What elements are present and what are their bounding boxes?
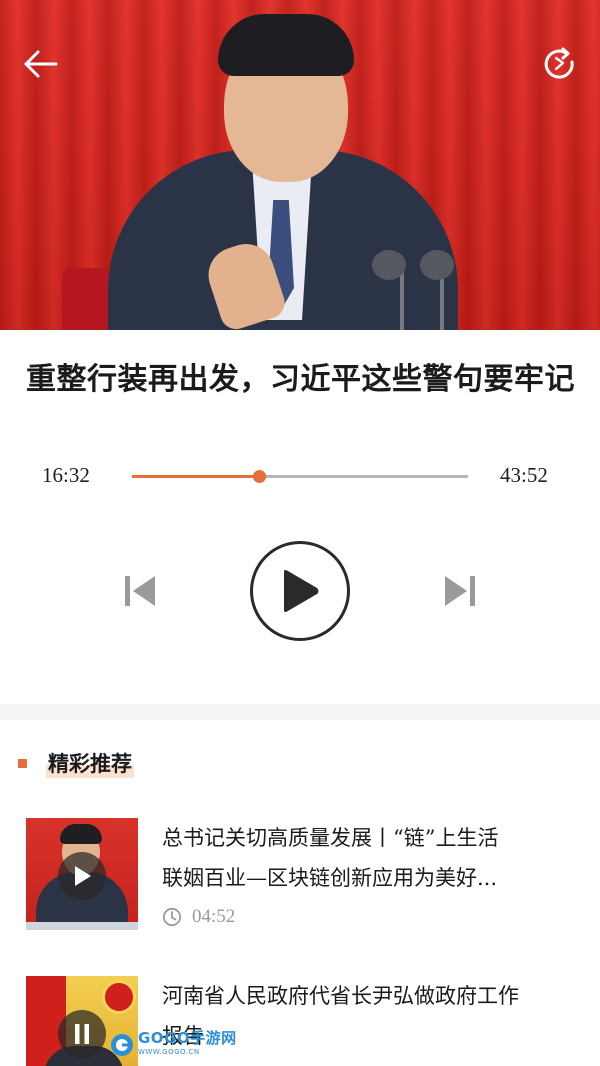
arrow-left-icon	[24, 50, 58, 78]
microphone	[420, 250, 454, 280]
progress-fill	[132, 475, 259, 478]
recommend-thumbnail	[26, 818, 138, 930]
microphone	[372, 250, 406, 280]
total-time: 43:52	[500, 463, 548, 487]
recommend-title-line: 总书记关切高质量发展丨“链”上生活	[162, 826, 499, 850]
thumbnail-emblem	[102, 980, 136, 1014]
duration-text: 04:52	[192, 906, 236, 927]
section-marker	[18, 758, 27, 768]
microphone-stand	[400, 272, 404, 330]
back-button[interactable]	[18, 42, 62, 86]
microphone-stand	[440, 272, 444, 330]
next-button[interactable]	[438, 570, 482, 612]
speaker-hair	[218, 14, 354, 76]
section-title: 精彩推荐	[46, 748, 134, 778]
progress-knob[interactable]	[252, 470, 266, 483]
recommend-duration: 04:52	[162, 906, 235, 928]
recommend-title-line: 联姻百业—区块链创新应用为美好...	[162, 866, 498, 890]
previous-button[interactable]	[118, 570, 162, 612]
current-time: 16:32	[42, 463, 90, 487]
watermark-url: WWW.GOGO.CN	[138, 1048, 200, 1056]
thumbnail-desk	[26, 922, 138, 930]
recommend-title: 总书记关切高质量发展丨“链”上生活 联姻百业—区块链创新应用为美好...	[162, 818, 586, 898]
play-icon	[75, 866, 91, 886]
recommend-title-line: 河南省人民政府代省长尹弘做政府工作	[162, 984, 519, 1008]
audio-title: 重整行装再出发，习近平这些警句要牢记	[26, 362, 575, 397]
refresh-button[interactable]	[538, 42, 582, 86]
play-button[interactable]	[250, 541, 350, 641]
watermark-logo: GOGO手游网 WWW.GOGO.CN	[110, 1028, 237, 1062]
recommend-item[interactable]: 总书记关切高质量发展丨“链”上生活 联姻百业—区块链创新应用为美好... 04:…	[26, 818, 586, 930]
next-icon	[445, 576, 475, 606]
clock-icon	[162, 907, 182, 927]
thumbnail-hair	[60, 824, 102, 844]
watermark-icon	[111, 1034, 133, 1056]
hero-image	[0, 0, 600, 330]
thumbnail-play-button[interactable]	[58, 852, 106, 900]
refresh-icon	[544, 47, 574, 79]
previous-icon	[125, 576, 155, 606]
pause-icon	[75, 1024, 89, 1044]
play-icon	[284, 570, 319, 612]
progress-slider[interactable]	[132, 470, 468, 483]
watermark-text: GOGO手游网 WWW.GOGO.CN	[138, 1031, 237, 1059]
section-divider	[0, 704, 600, 720]
recommend-header: 精彩推荐	[18, 747, 134, 779]
thumbnail-pause-button[interactable]	[58, 1010, 106, 1058]
